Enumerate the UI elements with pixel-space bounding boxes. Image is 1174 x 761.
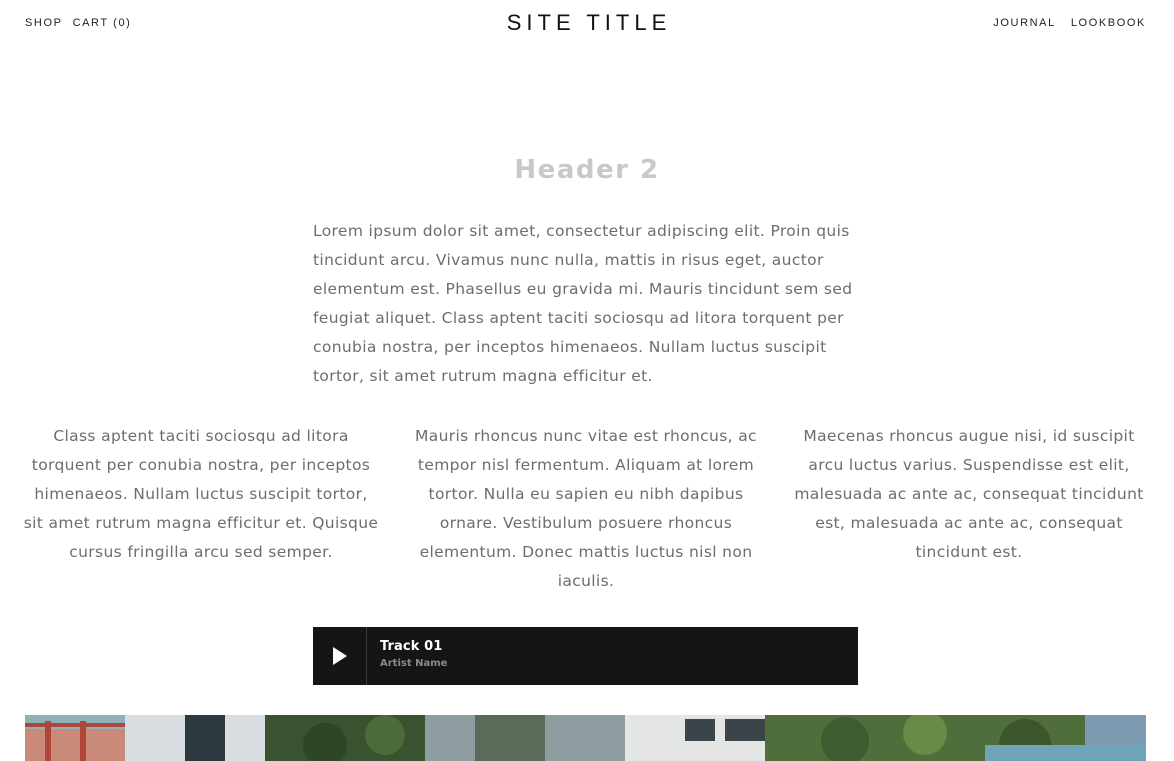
site-header: Shop Cart (0) SITE TITLE Journal Lookboo… <box>0 0 1174 48</box>
text-column-2: Mauris rhoncus nunc vitae est rhoncus, a… <box>415 427 757 590</box>
intro-paragraph: Lorem ipsum dolor sit amet, consectetur … <box>313 222 853 385</box>
nav-right: Journal Lookbook <box>993 17 1146 29</box>
audio-player: Track 01 Artist Name <box>313 627 858 685</box>
play-button[interactable] <box>313 627 367 685</box>
hero-image-graphic <box>25 715 1146 761</box>
hero-image <box>25 715 1146 761</box>
text-column-3: Maecenas rhoncus augue nisi, id suscipit… <box>794 427 1144 561</box>
nav-link-journal[interactable]: Journal <box>993 17 1056 29</box>
text-column-1: Class aptent taciti sociosqu ad litora t… <box>23 427 379 561</box>
track-title: Track 01 <box>380 639 443 654</box>
page: Shop Cart (0) SITE TITLE Journal Lookboo… <box>0 0 1174 761</box>
track-artist: Artist Name <box>380 658 448 669</box>
play-icon <box>333 647 347 665</box>
section-heading: Header 2 <box>514 155 660 185</box>
nav-link-lookbook[interactable]: Lookbook <box>1071 17 1146 29</box>
